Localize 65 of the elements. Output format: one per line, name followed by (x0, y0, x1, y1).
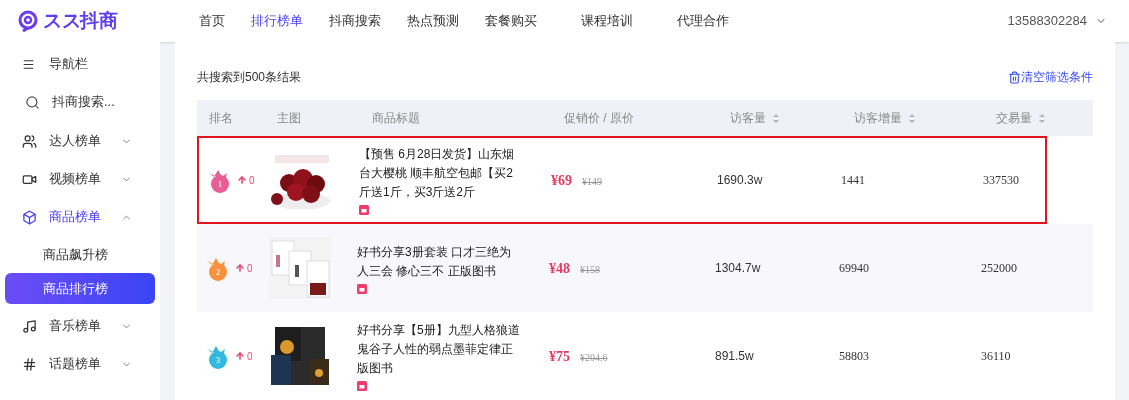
store-icon (357, 381, 367, 391)
product-title[interactable]: 好书分享【5册】九型人格狼道鬼谷子人性的弱点墨菲定律正版图书 (357, 321, 522, 378)
table-cell-text: 337530 (983, 172, 1019, 189)
promo-price: ¥48 (549, 259, 570, 278)
product-title[interactable]: 【预售 6月28日发货】山东烟台大樱桃 顺丰航空包邮【买2斤送1斤，买3斤送2斤 (359, 145, 524, 202)
original-price: ¥204.6 (580, 350, 608, 365)
column-header: 访客量 (730, 110, 766, 127)
nav-link[interactable]: 排行榜单 (251, 11, 303, 31)
menu-item-icon (22, 356, 37, 372)
sidebar-menu-item[interactable]: 音乐榜单 (0, 307, 160, 345)
store-icon (359, 205, 369, 215)
table-cell-text: 69940 (839, 260, 870, 277)
menu-icon (22, 57, 35, 71)
sidebar-title: 导航栏 (49, 55, 88, 74)
nav-link[interactable]: 代理合作 (677, 11, 729, 31)
table-cell-text: 1304.7w (715, 260, 762, 277)
sidebar-menu-item[interactable]: 话题榜单 (0, 345, 160, 383)
nav-link[interactable]: 抖商搜索 (329, 11, 381, 31)
sidebar-menu-item[interactable]: 达人榜单 (0, 122, 160, 160)
trash-icon (1008, 70, 1021, 84)
nav-link[interactable]: 套餐购买 (485, 11, 537, 31)
column-header: 交易量 (996, 110, 1032, 127)
rank-change: 0 (235, 260, 253, 276)
table-cell-text: 891.5w (715, 348, 755, 365)
sort-icon[interactable] (1038, 112, 1046, 124)
logo-text: スス抖商 (43, 8, 118, 33)
rank-change: 0 (237, 172, 255, 188)
sidebar-subitem[interactable]: 商品飙升榜 (5, 239, 155, 270)
sort-icon[interactable] (772, 112, 780, 124)
rank-change: 0 (235, 348, 253, 364)
nav-link[interactable]: 热点预测 (407, 11, 459, 31)
table-cell-text: 58803 (839, 348, 870, 365)
nav-link[interactable]: 课程培训 (581, 11, 633, 31)
nav-link[interactable]: 首页 (199, 11, 225, 31)
product-title[interactable]: 好书分享3册套装 口才三绝为人三会 修心三不 正版图书 (357, 242, 522, 281)
logo-icon (17, 10, 39, 32)
search-icon (25, 94, 40, 110)
crown-rank-badge: 2 (205, 255, 231, 281)
column-header: 访客增量 (854, 110, 902, 127)
sidebar-menu-item[interactable]: 商品榜单 (0, 198, 160, 236)
column-header: 促销价 / 原价 (564, 110, 634, 127)
column-header: 商品标题 (372, 110, 420, 127)
table-cell-text: 1690.3w (717, 172, 764, 189)
user-menu[interactable]: 13588302284 (1007, 11, 1107, 31)
table-cell-text: 36110 (981, 348, 1011, 365)
original-price: ¥158 (580, 262, 600, 277)
promo-price: ¥69 (551, 171, 572, 190)
clear-filters-link[interactable]: 清空筛选条件 (1008, 68, 1093, 86)
sort-icon[interactable] (908, 112, 916, 124)
store-icon (357, 283, 367, 294)
column-header: 主图 (277, 110, 301, 127)
sidebar-menu-item[interactable]: 视频榜单 (0, 160, 160, 198)
search-field[interactable]: 抖商搜索... (52, 92, 142, 112)
table-cell-text: 1441 (841, 172, 866, 189)
menu-item-icon (22, 318, 37, 334)
menu-item-icon (22, 209, 37, 225)
original-price: ¥149 (582, 174, 602, 189)
menu-item-icon (22, 133, 37, 149)
result-count: 共搜索到500条结果 (197, 69, 302, 86)
crown-rank-badge: 3 (205, 343, 231, 369)
table-cell-text: 252000 (981, 260, 1017, 277)
promo-price: ¥75 (549, 347, 570, 366)
column-header: 排名 (209, 110, 233, 127)
crown-rank-badge: 1 (207, 167, 233, 193)
sidebar-subitem[interactable]: 商品排行榜 (5, 273, 155, 304)
